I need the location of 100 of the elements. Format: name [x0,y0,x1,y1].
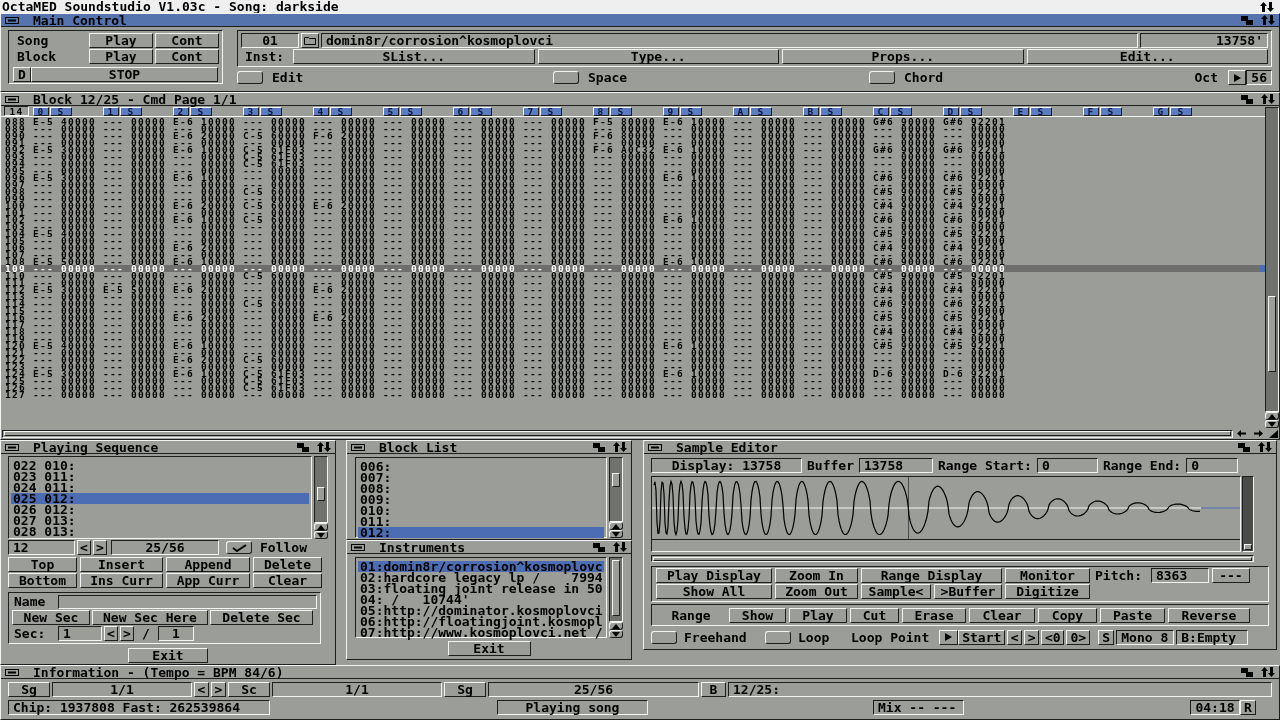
time-field[interactable]: 04:18 [1190,699,1240,715]
track-number-button[interactable]: A [733,106,749,116]
instrument-menu-button[interactable]: Edit... [1026,49,1268,64]
sequence-edit-button[interactable]: Bottom [8,573,77,588]
pitch-menu-button[interactable]: --- [1211,568,1250,583]
up-down-arrows-icon[interactable] [1258,442,1272,452]
list-item[interactable]: 01:domin8r/corrosion^kosmoplovc [358,561,604,572]
instrument-menu-button[interactable]: Type... [537,49,779,64]
track-number-button[interactable]: 8 [593,106,609,116]
range-button[interactable]: Show [729,607,786,623]
section-field[interactable]: 1 [58,626,102,641]
scrollbar-thumb[interactable] [612,473,620,487]
track-solo-button[interactable]: S [750,106,772,116]
view-button[interactable]: >Buffer [934,584,1002,599]
play-button[interactable]: Play [89,33,153,48]
up-down-arrows-icon[interactable] [613,542,627,552]
track-solo-button[interactable]: S [890,106,912,116]
view-button[interactable]: Play Display [656,568,772,583]
song-button[interactable]: Sg [8,681,50,697]
status-field[interactable]: Playing song [497,699,648,715]
list-item[interactable]: 023 011: [11,471,309,482]
range-button[interactable]: Paste [1100,607,1165,623]
checkbox[interactable] [869,71,895,84]
close-icon[interactable] [5,16,19,24]
track-solo-button[interactable]: S [470,106,492,116]
track-number-button[interactable]: 6 [453,106,469,116]
view-button[interactable]: Zoom In [775,568,858,583]
track-solo-button[interactable]: S [50,106,72,116]
up-down-arrows-icon[interactable] [1261,94,1275,104]
track-number-button[interactable]: 5 [383,106,399,116]
up-down-arrows-icon[interactable] [1261,667,1275,677]
scrollbar[interactable] [609,457,623,522]
overlapping-squares-icon[interactable] [593,542,605,552]
mix-field[interactable]: Mix -- --- [873,699,964,715]
exit-button[interactable]: Exit [128,648,208,663]
track-number-button[interactable]: 7 [523,106,539,116]
loop-button[interactable]: Start [958,629,1006,645]
instrument-menu-button[interactable]: Props... [782,49,1024,64]
sequence-edit-button[interactable]: Clear [253,573,322,588]
range-button[interactable]: Reverse [1168,607,1250,623]
track-solo-button[interactable]: S [540,106,562,116]
next-button[interactable]: > [211,681,226,697]
list-item[interactable]: 04: / 10744' [358,594,604,605]
close-icon[interactable] [351,443,365,451]
arrow-right-icon[interactable] [1254,430,1263,437]
block-button[interactable]: B [701,681,726,697]
instrument-name-field[interactable]: domin8r/corrosion^kosmoplovci [321,33,1138,48]
track-solo-button[interactable]: S [400,106,422,116]
view-button[interactable]: Range Display [861,568,1002,583]
sample-length-field[interactable]: 13758' [1140,33,1268,48]
list-item[interactable]: 027 013: [11,515,309,526]
previous-button[interactable]: < [194,681,209,697]
section-position-field[interactable]: 1/1 [272,681,442,697]
view-button[interactable]: Sample< [861,584,931,599]
scrollbar-thumb[interactable] [317,487,325,501]
up-down-arrows-icon[interactable] [613,442,627,452]
range-button[interactable]: Cut [850,607,899,623]
view-button[interactable]: Digitize [1005,584,1090,599]
d-button[interactable]: D [13,67,31,82]
list-item[interactable]: 012: [358,527,604,538]
list-item[interactable]: 008: [358,483,604,494]
close-icon[interactable] [5,668,19,676]
sequence-edit-button[interactable]: Top [8,557,77,572]
track-number-button[interactable]: B [803,106,819,116]
track-solo-button[interactable]: S [1170,106,1192,116]
display-field[interactable]: Display: 13758 [651,458,802,473]
track-solo-button[interactable]: S [1100,106,1122,116]
buffer-field[interactable]: 13758 [858,458,933,473]
loop-button[interactable]: < [1007,629,1023,645]
exit-button[interactable]: Exit [447,641,531,656]
list-item[interactable]: 011: [358,516,604,527]
close-icon[interactable] [5,443,19,451]
track-solo-button[interactable]: S [120,106,142,116]
list-item[interactable]: 006: [358,461,604,472]
checkbox[interactable] [651,630,677,644]
list-item[interactable]: 06:http://floatingjoint.kosmopl [358,616,604,627]
track-number-button[interactable]: 1 [103,106,119,116]
resize-icon[interactable] [1269,429,1278,438]
track-solo-button[interactable]: S [610,106,632,116]
sequence-edit-button[interactable]: Insert [80,557,163,572]
sequence-edit-button[interactable]: App Curr [166,573,250,588]
sequence-button[interactable]: Sg [444,681,486,697]
instrument-menu-button[interactable]: SList... [293,49,535,64]
checkbox[interactable] [553,71,579,84]
block-position-field[interactable]: 12/25: [728,681,1272,697]
list-item[interactable]: 025 012: [11,493,309,504]
list-item[interactable]: 024 011: [11,482,309,493]
range-button[interactable]: Copy [1038,607,1097,623]
play-button[interactable] [939,629,959,645]
overlapping-squares-icon[interactable] [1241,667,1253,677]
overlapping-squares-icon[interactable] [593,442,605,452]
list-item[interactable]: 009: [358,494,604,505]
play-button[interactable]: Play [89,49,153,64]
track-number-button[interactable]: 9 [663,106,679,116]
track-number-button[interactable]: G [1153,106,1169,116]
list-item[interactable]: 022 010: [11,460,309,471]
track-number-button[interactable]: E [1013,106,1029,116]
continue-button[interactable]: Cont [155,33,219,48]
track-solo-button[interactable]: S [820,106,842,116]
section-button[interactable]: New Sec [12,610,90,625]
